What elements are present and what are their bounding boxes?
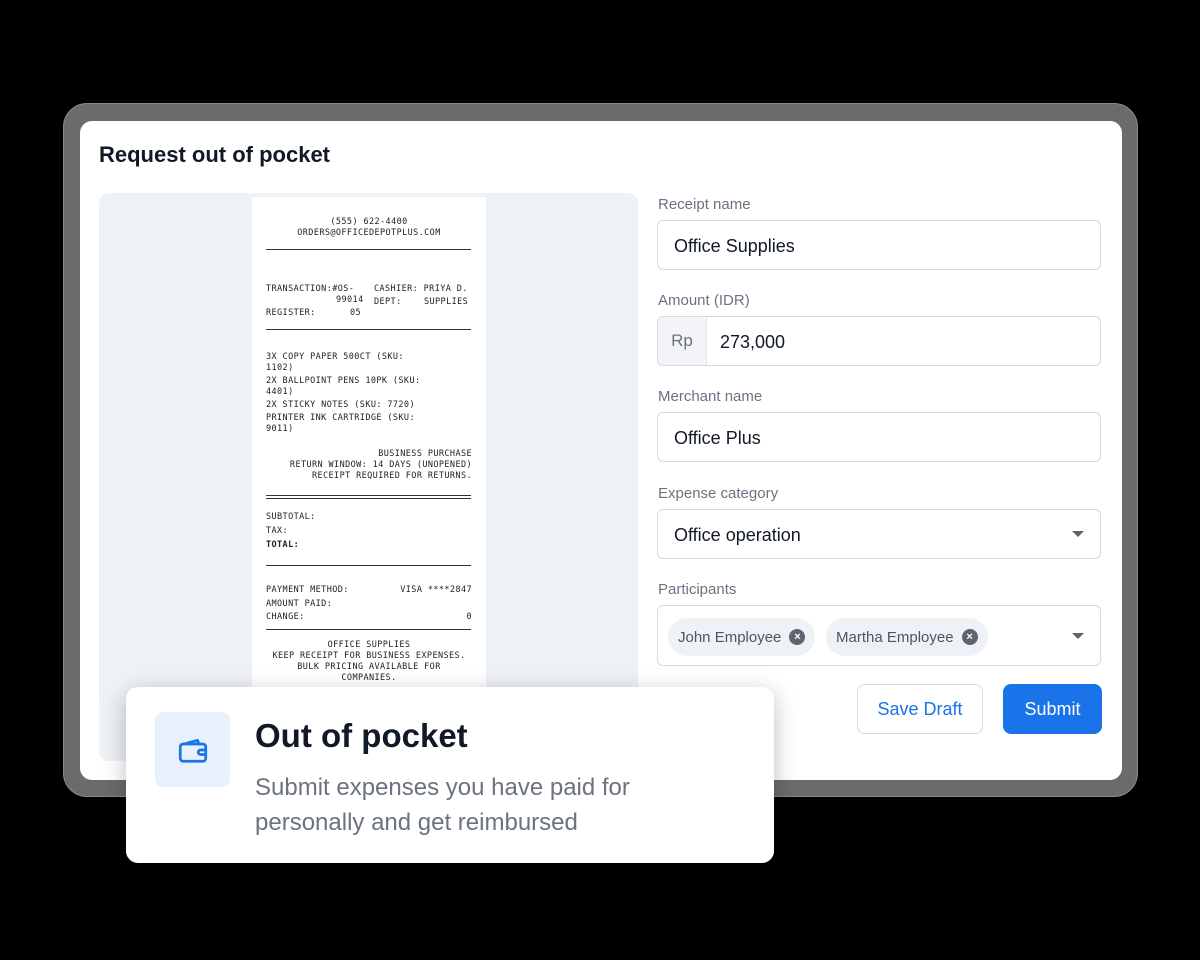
expense-category-label: Expense category (658, 485, 779, 502)
save-draft-button[interactable]: Save Draft (857, 684, 983, 734)
receipt-dept: DEPT: (374, 297, 402, 307)
receipt-item-line: 2X STICKY NOTES (SKU: 7720) (266, 400, 415, 410)
receipt-item-line: 4401) (266, 387, 294, 397)
receipt-total: TOTAL: (266, 540, 300, 550)
receipt-transaction-label: TRANSACTION:#OS- (266, 284, 355, 294)
amount-label: Amount (IDR) (658, 292, 750, 309)
currency-prefix: Rp (658, 317, 707, 365)
receipt-payment-method: VISA ****2847 (400, 585, 472, 595)
merchant-name-value: Office Plus (674, 428, 761, 448)
participant-chip-label: John Employee (678, 628, 782, 646)
expense-category-value: Office operation (674, 525, 801, 545)
receipt-change-label: CHANGE: (266, 612, 305, 622)
receipt-payment-method-label: PAYMENT METHOD: (266, 585, 349, 595)
receipt-name-value: Office Supplies (674, 236, 795, 256)
chevron-down-icon (1072, 531, 1084, 537)
receipt-divider (266, 249, 471, 250)
receipt-subtotal: SUBTOTAL: (266, 512, 316, 522)
amount-input[interactable]: Rp 273,000 (657, 316, 1101, 366)
receipt-note: BUSINESS PURCHASE (378, 449, 472, 459)
receipt-note: RECEIPT REQUIRED FOR RETURNS. (311, 471, 472, 481)
remove-chip-icon[interactable]: × (789, 629, 806, 645)
submit-button[interactable]: Submit (1003, 684, 1102, 734)
page-title: Request out of pocket (99, 142, 331, 167)
receipt-cashier: CASHIER: PRIYA D. (374, 284, 468, 294)
receipt-image: (555) 622-4400 ORDERS@OFFICEDEPOTPLUS.CO… (252, 197, 486, 697)
receipt-tax: TAX: (266, 526, 289, 536)
receipt-divider (266, 629, 471, 630)
receipt-divider (266, 565, 471, 566)
card-title: Out of pocket (255, 717, 468, 754)
receipt-item-line: PRINTER INK CARTRIDGE (SKU: (266, 413, 415, 423)
info-card: Out of pocket Submit expenses you have p… (126, 687, 774, 863)
amount-value: 273,000 (720, 332, 786, 352)
chevron-down-icon (1072, 633, 1084, 639)
receipt-register-label: REGISTER: (266, 308, 316, 318)
wallet-icon (155, 712, 230, 787)
participants-label: Participants (658, 581, 737, 598)
receipt-item-line: 3X COPY PAPER 500CT (SKU: (266, 352, 404, 362)
card-description: Submit expenses you have paid for person… (255, 774, 630, 836)
receipt-phone: (555) 622-4400 (330, 217, 408, 227)
receipt-divider (266, 495, 471, 499)
receipt-transaction-no: 99014 (336, 295, 364, 305)
participant-chip: John Employee × (668, 618, 816, 656)
receipt-item-line: 1102) (266, 363, 294, 373)
receipt-preview: (555) 622-4400 ORDERS@OFFICEDEPOTPLUS.CO… (99, 193, 638, 761)
receipt-name-input[interactable]: Office Supplies (657, 220, 1101, 270)
receipt-amount-paid: AMOUNT PAID: (266, 599, 333, 609)
receipt-dept-value: SUPPLIES (424, 297, 469, 307)
receipt-change-value: 0 (466, 612, 472, 622)
merchant-name-input[interactable]: Office Plus (657, 412, 1101, 462)
merchant-name-label: Merchant name (658, 388, 763, 405)
receipt-footer: COMPANIES. (341, 673, 397, 683)
receipt-item-line: 9011) (266, 424, 294, 434)
receipt-note: RETURN WINDOW: 14 DAYS (UNOPENED) (289, 460, 472, 470)
receipt-email: ORDERS@OFFICEDEPOTPLUS.COM (297, 228, 441, 238)
receipt-footer: KEEP RECEIPT FOR BUSINESS EXPENSES. (272, 651, 466, 661)
participants-select[interactable]: John Employee × Martha Employee × (657, 605, 1101, 666)
receipt-item-line: 2X BALLPOINT PENS 10PK (SKU: (266, 376, 421, 386)
receipt-footer: OFFICE SUPPLIES (327, 640, 411, 650)
receipt-name-label: Receipt name (658, 196, 751, 213)
receipt-footer: BULK PRICING AVAILABLE FOR (297, 662, 441, 672)
participant-chip-label: Martha Employee (836, 628, 954, 646)
receipt-register-no: 05 (350, 308, 362, 318)
participant-chip: Martha Employee × (826, 618, 988, 656)
receipt-divider (266, 329, 471, 330)
expense-category-select[interactable]: Office operation (657, 509, 1101, 559)
remove-chip-icon[interactable]: × (961, 629, 978, 645)
